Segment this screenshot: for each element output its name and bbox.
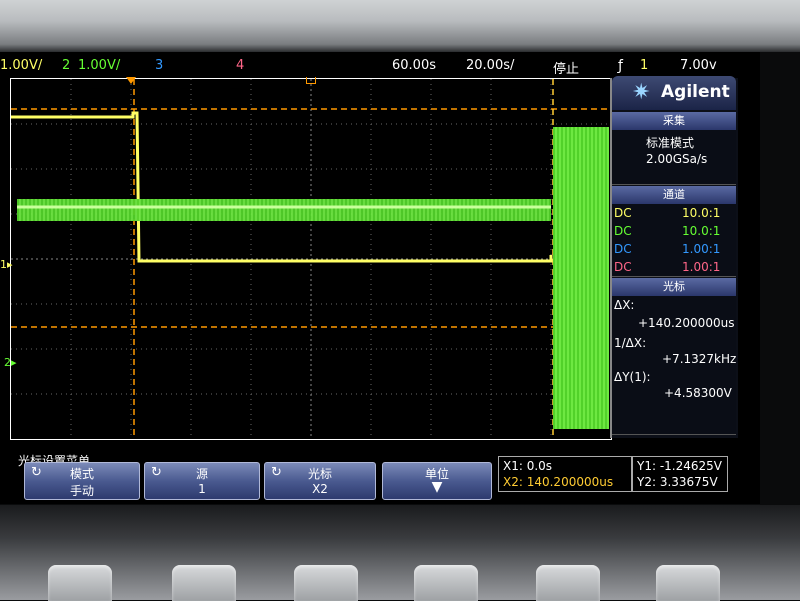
ch2-trace-burst: [553, 127, 609, 429]
cursor-x2-readout: X2: 140.200000us: [503, 475, 614, 489]
delta-x-value: +140.200000us: [638, 316, 735, 330]
ch1-trace: [11, 111, 553, 263]
time-offset[interactable]: 60.00s: [392, 58, 436, 73]
ch2-ground-marker: 2▸: [4, 356, 17, 369]
ch2-trace-band: [17, 199, 551, 221]
hardware-softkey-5[interactable]: [536, 565, 600, 601]
brand-logo: ✷ Agilent: [612, 76, 736, 110]
acquire-section[interactable]: 标准模式 2.00GSa/s: [612, 130, 736, 185]
cursor-section[interactable]: ΔX: +140.200000us 1/ΔX: +7.1327kHz ΔY(1)…: [612, 296, 736, 435]
source-label: 源: [195, 467, 208, 481]
time-scale[interactable]: 20.00s/: [466, 58, 514, 73]
inv-delta-x-label: 1/ΔX:: [614, 336, 647, 350]
ch2-scale[interactable]: 1.00V/: [78, 58, 120, 73]
cursor-y-readout: Y1: -1.24625V Y2: 3.33675V: [632, 456, 728, 492]
waveform-display[interactable]: [10, 78, 612, 440]
cursor-y1-readout: Y1: -1.24625V: [637, 459, 722, 473]
oscilloscope-bezel-top: [0, 0, 800, 52]
mode-label: 模式: [69, 467, 94, 481]
ch2-label[interactable]: 2: [62, 58, 70, 73]
status-bar: 1.00V/ 2 1.00V/ 3 4 60.00s 20.00s/ 停止 ƒ …: [0, 55, 745, 77]
ch2-probe: 10.0:1: [682, 224, 721, 238]
arrow-down-icon: ▼: [431, 479, 443, 495]
units-softkey[interactable]: 单位 ▼: [382, 462, 492, 500]
ch4-coupling: DC: [614, 260, 632, 274]
hardware-softkey-2[interactable]: [172, 565, 236, 601]
trigger-edge-icon: ƒ: [618, 58, 623, 74]
cursor-softkey[interactable]: ↻ 光标 X2: [264, 462, 376, 500]
cursor-x-readout: X1: 0.0s X2: 140.200000us: [498, 456, 632, 492]
delta-x-label: ΔX:: [614, 298, 635, 312]
ch1-probe: 10.0:1: [682, 206, 721, 220]
hardware-softkey-4[interactable]: [414, 565, 478, 601]
agilent-spark-icon: ✷: [632, 80, 651, 105]
ch4-label[interactable]: 4: [236, 58, 244, 73]
ch2-coupling: DC: [614, 224, 632, 238]
channels-header: 通道: [612, 186, 736, 204]
ch3-probe: 1.00:1: [682, 242, 721, 256]
acquire-header: 采集: [612, 112, 736, 130]
time-reference-marker: [306, 77, 316, 84]
waveform-graticule: [11, 79, 611, 439]
run-state: 停止: [553, 62, 580, 77]
brand-name: Agilent: [661, 82, 730, 102]
ch3-label[interactable]: 3: [155, 58, 163, 73]
ch3-coupling: DC: [614, 242, 632, 256]
inv-delta-x-value: +7.1327kHz: [662, 352, 737, 366]
trigger-level[interactable]: 7.00v: [680, 58, 717, 73]
mode-value: 手动: [69, 484, 94, 498]
hardware-softkey-6[interactable]: [656, 565, 720, 601]
mode-softkey[interactable]: ↻ 模式 手动: [24, 462, 140, 500]
source-softkey[interactable]: ↻ 源 1: [144, 462, 260, 500]
cursor-y2-readout: Y2: 3.33675V: [637, 475, 718, 489]
cursor-label: 光标: [307, 467, 332, 481]
ch1-coupling: DC: [614, 206, 632, 220]
cursor-x1-readout: X1: 0.0s: [503, 459, 553, 473]
cursor-value: X2: [312, 482, 328, 496]
ch4-probe: 1.00:1: [682, 260, 721, 274]
ch1-scale[interactable]: 1.00V/: [0, 58, 42, 73]
delta-y-label: ΔY(1):: [614, 370, 651, 384]
trigger-point-marker: [126, 77, 136, 84]
channels-section[interactable]: DC 10.0:1 DC 10.0:1 DC 1.00:1 DC 1.00:1: [612, 204, 736, 277]
delta-y-value: +4.58300V: [664, 386, 732, 400]
source-value: 1: [198, 482, 206, 496]
cursor-header: 光标: [612, 278, 736, 296]
sample-rate: 2.00GSa/s: [646, 152, 708, 166]
hardware-softkey-3[interactable]: [294, 565, 358, 601]
hardware-softkey-1[interactable]: [48, 565, 112, 601]
acquire-mode: 标准模式: [646, 136, 695, 150]
ch1-ground-marker: 1▸: [0, 258, 13, 271]
trigger-source[interactable]: 1: [640, 58, 648, 73]
